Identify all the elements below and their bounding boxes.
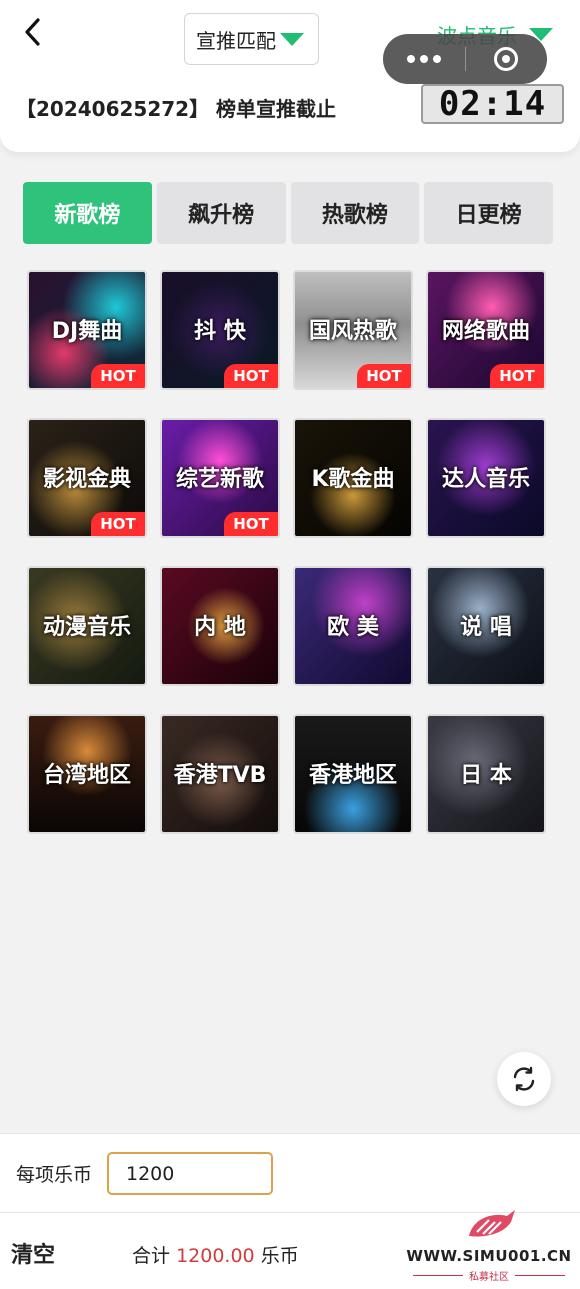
clear-button[interactable]: 清空 <box>11 1237 55 1269</box>
category-name: 影视金典 <box>42 467 131 492</box>
category-grid: DJ舞曲 HOT 抖 快 HOT 国风热歌 HOT 网络歌曲 HOT 影视金典 … <box>27 270 549 834</box>
tab-daily[interactable]: 日更榜 <box>424 182 553 244</box>
total-amount: 1200.00 <box>176 1245 255 1267</box>
category-card-japan[interactable]: 日 本 <box>426 714 546 834</box>
coin-per-item-label: 每项乐币 <box>16 1164 93 1186</box>
category-name: K歌金曲 <box>311 467 395 492</box>
tab-rising[interactable]: 飙升榜 <box>156 182 286 244</box>
watermark-url: WWW.SIMU001.CN <box>406 1247 572 1265</box>
category-card-variety-new[interactable]: 综艺新歌 HOT <box>160 418 280 538</box>
category-name: 台湾地区 <box>42 763 131 788</box>
hot-badge: HOT <box>490 364 544 388</box>
caret-down-icon <box>280 32 304 46</box>
watermark-logo-icon <box>469 1210 515 1237</box>
hot-badge: HOT <box>91 512 145 536</box>
match-type-label: 宣推匹配 <box>196 28 276 53</box>
category-card-influencer-music[interactable]: 达人音乐 <box>426 418 546 538</box>
refresh-icon <box>513 1066 535 1092</box>
watermark-subtitle: 私募社区 <box>403 1268 575 1283</box>
close-target-icon[interactable] <box>466 34 548 84</box>
category-name: 香港地区 <box>308 763 397 788</box>
miniprogram-capsule <box>383 34 547 84</box>
category-name: 综艺新歌 <box>175 467 264 492</box>
hot-badge: HOT <box>357 364 411 388</box>
back-icon[interactable] <box>18 14 48 50</box>
category-name: DJ舞曲 <box>51 319 123 344</box>
coin-per-item-input[interactable] <box>107 1152 273 1195</box>
category-name: 欧 美 <box>327 615 379 640</box>
category-card-hk-tvb[interactable]: 香港TVB <box>160 714 280 834</box>
total-unit: 乐币 <box>260 1245 299 1267</box>
chart-tabs: 新歌榜 飙升榜 热歌榜 日更榜 <box>23 182 553 244</box>
category-name: 日 本 <box>460 763 512 788</box>
watermark-sub-text: 私募社区 <box>469 1272 509 1283</box>
category-name: 达人音乐 <box>441 467 530 492</box>
deadline-text: 【20240625272】 榜单宣推截止 <box>16 97 337 121</box>
category-card-douyin-kuaishou[interactable]: 抖 快 HOT <box>160 270 280 390</box>
hot-badge: HOT <box>224 364 278 388</box>
countdown-timer: 02:14 <box>421 84 564 124</box>
hot-badge: HOT <box>91 364 145 388</box>
category-card-anime-music[interactable]: 动漫音乐 <box>27 566 147 686</box>
total-prefix: 合计 <box>132 1245 171 1267</box>
category-card-karaoke-hits[interactable]: K歌金曲 <box>293 418 413 538</box>
category-card-guofeng[interactable]: 国风热歌 HOT <box>293 270 413 390</box>
category-name: 香港TVB <box>173 763 267 788</box>
tab-new-songs[interactable]: 新歌榜 <box>23 182 152 244</box>
category-card-film-classics[interactable]: 影视金典 HOT <box>27 418 147 538</box>
category-card-mainland[interactable]: 内 地 <box>160 566 280 686</box>
category-card-internet-songs[interactable]: 网络歌曲 HOT <box>426 270 546 390</box>
category-card-hong-kong[interactable]: 香港地区 <box>293 714 413 834</box>
category-name: 网络歌曲 <box>441 319 530 344</box>
tab-hot-songs[interactable]: 热歌榜 <box>290 182 420 244</box>
category-name: 说 唱 <box>460 615 512 640</box>
match-type-select[interactable]: 宣推匹配 <box>184 13 319 65</box>
more-icon[interactable] <box>383 34 465 84</box>
category-name: 动漫音乐 <box>42 615 131 640</box>
refresh-button[interactable] <box>497 1052 551 1106</box>
category-card-rap[interactable]: 说 唱 <box>426 566 546 686</box>
category-name: 抖 快 <box>194 319 246 344</box>
coin-per-item-bar: 每项乐币 <box>0 1133 580 1212</box>
watermark: WWW.SIMU001.CN 私募社区 <box>403 1208 575 1283</box>
category-card-western[interactable]: 欧 美 <box>293 566 413 686</box>
category-card-taiwan[interactable]: 台湾地区 <box>27 714 147 834</box>
category-name: 国风热歌 <box>308 319 397 344</box>
category-name: 内 地 <box>194 615 246 640</box>
category-card-dj[interactable]: DJ舞曲 HOT <box>27 270 147 390</box>
hot-badge: HOT <box>224 512 278 536</box>
total-summary: 合计 1200.00 乐币 <box>132 1241 299 1268</box>
